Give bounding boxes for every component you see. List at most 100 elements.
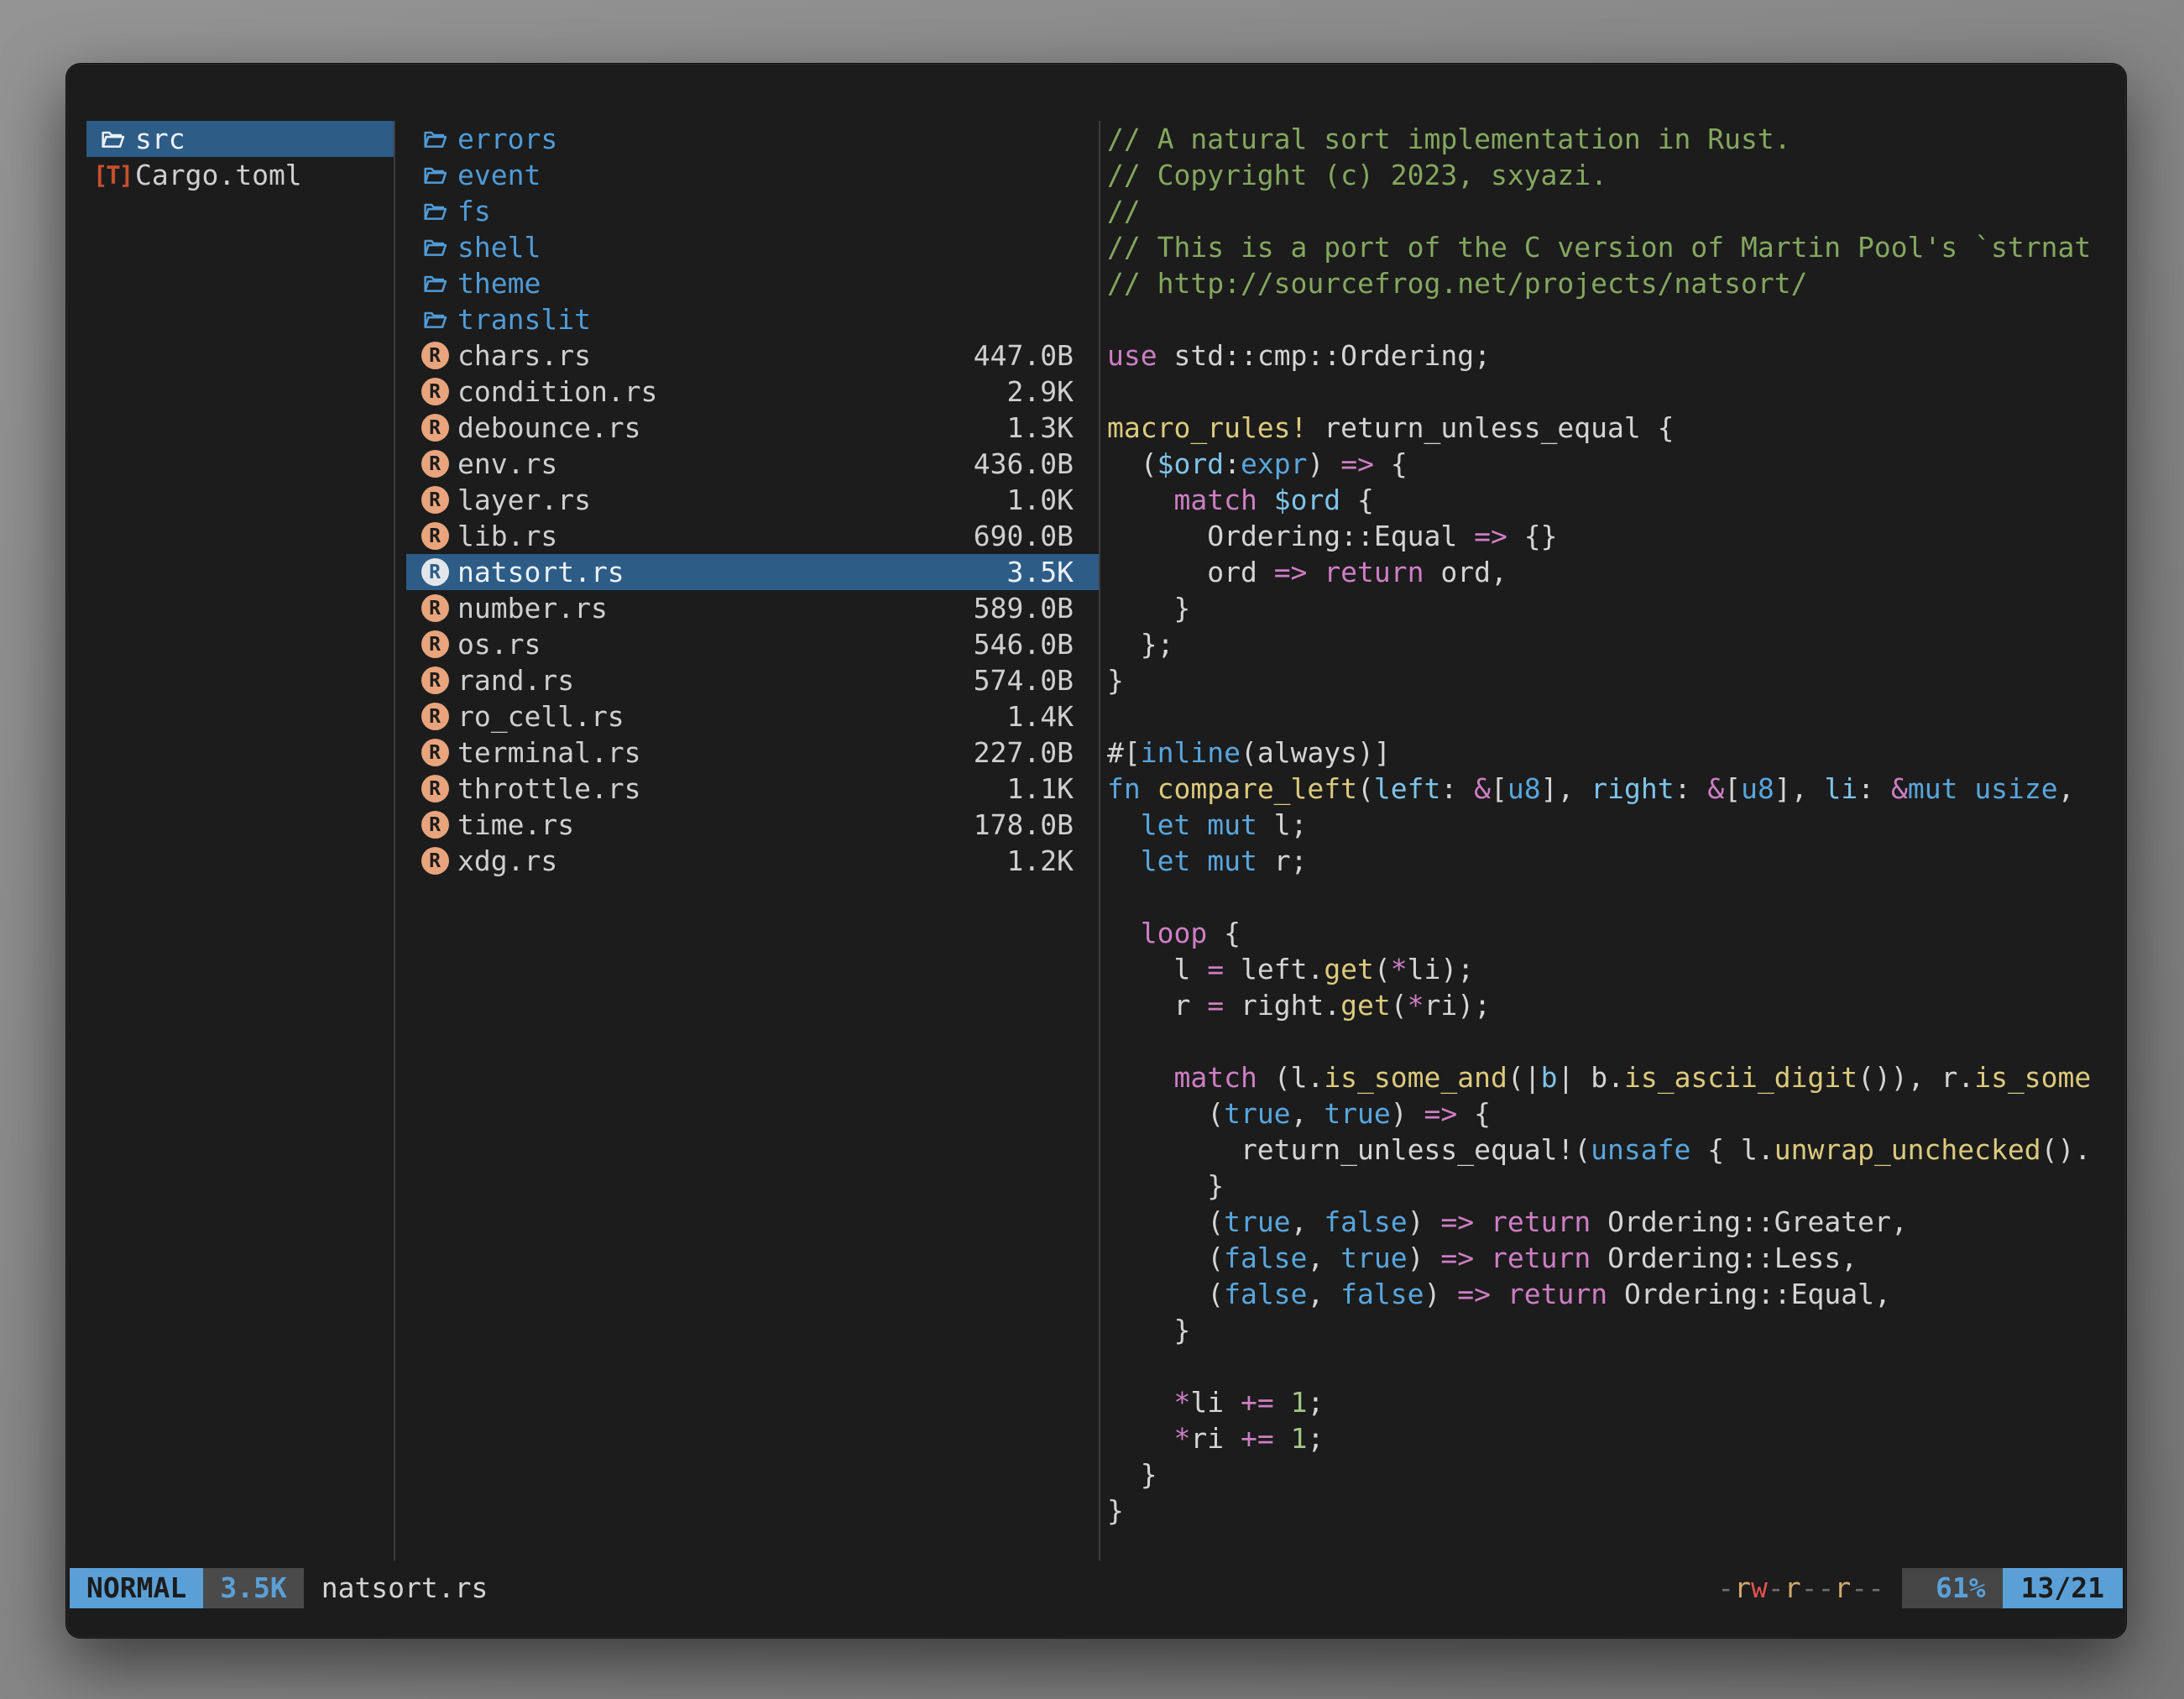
file-size: 436.0B	[974, 447, 1074, 480]
folder-row[interactable]: theme	[406, 265, 1099, 301]
folder-open-icon	[98, 125, 127, 154]
pane-divider-right	[1099, 121, 1100, 1560]
file-size: 1.1K	[1007, 772, 1074, 805]
code-line: }	[1107, 590, 2124, 626]
rust-file-icon: R	[421, 378, 449, 406]
file-name: debounce.rs	[457, 411, 997, 444]
file-name: chars.rs	[457, 339, 964, 372]
file-size: 546.0B	[974, 628, 1074, 661]
scroll-percent: 61%	[1902, 1568, 2003, 1608]
code-line	[1107, 698, 2124, 734]
file-row[interactable]: Rlayer.rs1.0K	[406, 482, 1099, 518]
file-row[interactable]: Rxdg.rs1.2K	[406, 843, 1099, 879]
code-line: macro_rules! return_unless_equal {	[1107, 410, 2124, 446]
status-bar: NORMAL 3.5K natsort.rs -rw-r--r-- 61% 13…	[70, 1568, 2123, 1608]
rust-file-icon: R	[421, 558, 449, 587]
rust-file-icon: R	[421, 811, 449, 839]
folder-open-icon	[421, 161, 449, 190]
file-row[interactable]: Rcondition.rs2.9K	[406, 374, 1099, 410]
file-row[interactable]: Rnatsort.rs3.5K	[406, 554, 1099, 590]
file-name: xdg.rs	[457, 844, 997, 877]
file-name: Cargo.toml	[135, 159, 394, 191]
code-line: // This is a port of the C version of Ma…	[1107, 229, 2124, 265]
status-spacer	[488, 1568, 1717, 1608]
code-line: Ordering::Equal => {}	[1107, 518, 2124, 554]
file-name: rand.rs	[457, 664, 964, 697]
folder-open-icon	[421, 197, 449, 226]
rust-file-icon: R	[421, 703, 449, 731]
code-line: fn compare_left(left: &[u8], right: &[u8…	[1107, 771, 2124, 807]
file-row[interactable]: Rrand.rs574.0B	[406, 662, 1099, 698]
folder-row[interactable]: errors	[406, 121, 1099, 157]
status-filename: natsort.rs	[321, 1568, 489, 1608]
parent-pane: src[T]Cargo.toml	[86, 121, 394, 1560]
folder-row[interactable]: src	[86, 121, 394, 157]
rust-file-icon: R	[421, 414, 449, 442]
panes-container: src[T]Cargo.toml errorseventfs shelltheme…	[86, 121, 2124, 1560]
folder-row[interactable]: shell	[406, 229, 1099, 265]
file-name: translit	[457, 303, 1074, 336]
file-row[interactable]: Ros.rs 546.0B	[406, 626, 1099, 662]
file-row[interactable]: Renv.rs436.0B	[406, 446, 1099, 482]
code-line: loop {	[1107, 915, 2124, 951]
file-size: 1.3K	[1007, 411, 1074, 444]
code-line: (true, false) => return Ordering::Greate…	[1107, 1204, 2124, 1240]
file-row[interactable]: Rro_cell.rs 1.4K	[406, 698, 1099, 734]
code-line	[1107, 1348, 2124, 1384]
file-row[interactable]: Rterminal.rs227.0B	[406, 734, 1099, 771]
code-line: use std::cmp::Ordering;	[1107, 337, 2124, 374]
folder-row[interactable]: translit	[406, 301, 1099, 337]
file-row[interactable]: Rdebounce.rs 1.3K	[406, 410, 1099, 446]
file-size: 178.0B	[974, 808, 1074, 841]
file-name: fs	[457, 195, 1074, 227]
file-row[interactable]: Rchars.rs447.0B	[406, 337, 1099, 374]
file-size: 1.4K	[1007, 700, 1074, 733]
file-name: throttle.rs	[457, 772, 997, 805]
yazi-file-manager-window: src[T]Cargo.toml errorseventfs shelltheme…	[65, 63, 2127, 1639]
file-name: shell	[457, 231, 1074, 264]
file-name: condition.rs	[457, 375, 997, 408]
rust-file-icon: R	[421, 775, 449, 803]
file-row[interactable]: [T]Cargo.toml	[86, 157, 394, 193]
rust-file-icon: R	[421, 630, 449, 659]
file-name: ro_cell.rs	[457, 700, 997, 733]
code-line	[1107, 1023, 2124, 1059]
code-line: match $ord {	[1107, 482, 2124, 518]
code-line: //	[1107, 193, 2124, 229]
code-line: };	[1107, 626, 2124, 662]
file-permissions: -rw-r--r--	[1717, 1568, 1884, 1608]
rust-file-icon: R	[421, 739, 449, 767]
file-row[interactable]: Rthrottle.rs 1.1K	[406, 771, 1099, 807]
code-line: return_unless_equal!(unsafe { l.unwrap_u…	[1107, 1132, 2124, 1168]
folder-row[interactable]: event	[406, 157, 1099, 193]
folder-open-icon	[421, 269, 449, 298]
file-name: time.rs	[457, 808, 964, 841]
code-line: #[inline(always)]	[1107, 734, 2124, 771]
code-line: r = right.get(*ri);	[1107, 987, 2124, 1023]
code-line: // http://sourcefrog.net/projects/natsor…	[1107, 265, 2124, 301]
file-row[interactable]: Rnumber.rs 589.0B	[406, 590, 1099, 626]
file-size: 589.0B	[974, 592, 1074, 625]
code-line: }	[1107, 1168, 2124, 1204]
rust-file-icon: R	[421, 594, 449, 623]
code-line: ($ord:expr) => {	[1107, 446, 2124, 482]
file-size: 1.2K	[1007, 844, 1074, 877]
code-line	[1107, 374, 2124, 410]
file-name: os.rs	[457, 628, 964, 661]
file-row[interactable]: Rlib.rs690.0B	[406, 518, 1099, 554]
folder-row[interactable]: fs	[406, 193, 1099, 229]
file-size: 574.0B	[974, 664, 1074, 697]
file-name: number.rs	[457, 592, 964, 625]
code-line	[1107, 879, 2124, 915]
file-size: 3.5K	[1007, 556, 1074, 588]
code-line: (true, true) => {	[1107, 1095, 2124, 1132]
code-line	[1107, 301, 2124, 337]
file-size-badge: 3.5K	[203, 1568, 303, 1608]
file-name: terminal.rs	[457, 736, 964, 769]
folder-open-icon	[421, 233, 449, 262]
code-line: *li += 1;	[1107, 1384, 2124, 1420]
preview-pane[interactable]: // A natural sort implementation in Rust…	[1105, 121, 2124, 1560]
rust-file-icon: R	[421, 450, 449, 478]
code-line: let mut r;	[1107, 843, 2124, 879]
file-row[interactable]: Rtime.rs 178.0B	[406, 807, 1099, 843]
